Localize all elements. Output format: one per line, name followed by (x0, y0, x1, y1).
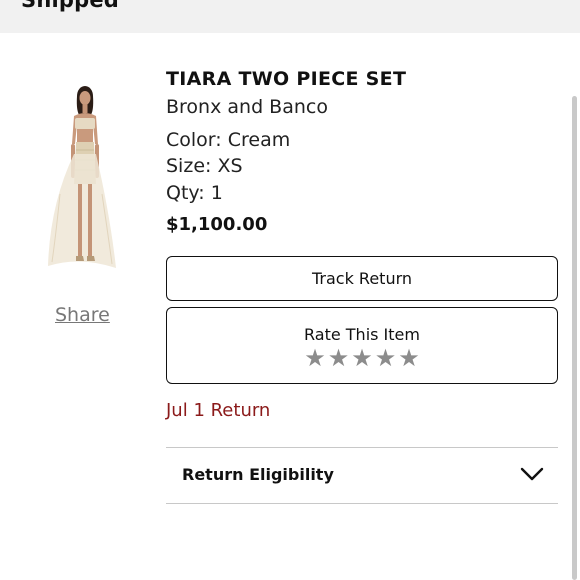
scrollbar[interactable] (572, 96, 577, 580)
product-color: Color: Cream (166, 129, 291, 151)
product-size: Size: XS (166, 155, 243, 177)
star-icon-5[interactable]: ★ (398, 346, 420, 370)
star-icon-2[interactable]: ★ (328, 346, 350, 370)
header-bar: Shipped (0, 0, 580, 33)
star-icon-4[interactable]: ★ (375, 346, 397, 370)
track-return-button[interactable]: Track Return (166, 256, 558, 301)
return-eligibility-accordion[interactable]: Return Eligibility (166, 448, 558, 503)
product-brand: Bronx and Banco (166, 96, 328, 118)
return-date-text: Jul 1 Return (166, 400, 271, 421)
star-rating: ★ ★ ★ ★ ★ (167, 346, 557, 370)
star-icon-3[interactable]: ★ (351, 346, 373, 370)
product-image[interactable] (40, 84, 124, 274)
divider (166, 503, 558, 504)
order-status-heading: Shipped (21, 0, 120, 12)
share-link[interactable]: Share (55, 304, 110, 326)
star-icon-1[interactable]: ★ (304, 346, 326, 370)
chevron-down-icon[interactable] (520, 466, 544, 482)
return-eligibility-label: Return Eligibility (182, 465, 334, 484)
rate-item-box: Rate This Item ★ ★ ★ ★ ★ (166, 307, 558, 384)
product-qty: Qty: 1 (166, 182, 223, 204)
product-price: $1,100.00 (166, 214, 268, 235)
product-title: TIARA TWO PIECE SET (166, 68, 407, 90)
rate-item-label: Rate This Item (304, 325, 420, 344)
